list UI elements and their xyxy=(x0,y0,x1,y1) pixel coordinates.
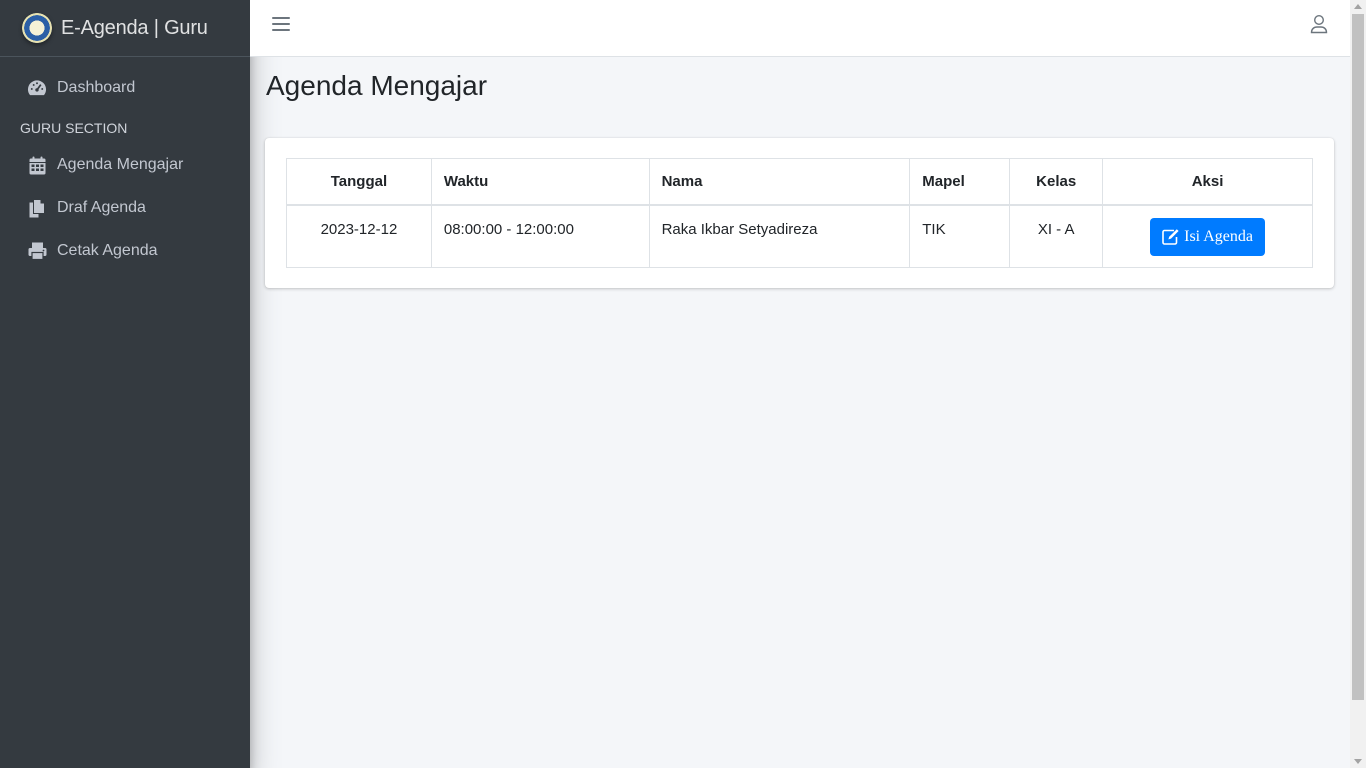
isi-agenda-label: Isi Agenda xyxy=(1184,227,1253,245)
brand-link[interactable]: E-Agenda | Guru xyxy=(0,0,250,57)
scroll-up-icon[interactable] xyxy=(1354,4,1362,9)
cell-tanggal: 2023-12-12 xyxy=(286,204,432,268)
column-header-tanggal[interactable]: Tanggal xyxy=(286,158,432,206)
sidebar-item-label: Dashboard xyxy=(57,79,136,96)
cell-aksi: Isi Agenda xyxy=(1102,204,1313,268)
column-header-aksi: Aksi xyxy=(1102,158,1313,206)
print-icon xyxy=(27,241,47,261)
page-title: Agenda Mengajar xyxy=(266,70,488,101)
table-header-row: Tanggal Waktu Nama Mapel Kelas Aksi xyxy=(286,158,1313,206)
sidebar-item-cetak-agenda[interactable]: Cetak Agenda xyxy=(8,232,242,270)
sidebar-item-label: Agenda Mengajar xyxy=(57,156,184,173)
agenda-table: Tanggal Waktu Nama Mapel Kelas Aksi 2023… xyxy=(286,158,1313,268)
sidebar-item-dashboard[interactable]: Dashboard xyxy=(8,69,242,107)
page-scrollbar[interactable] xyxy=(1350,0,1366,768)
cell-kelas: XI - A xyxy=(1009,204,1104,268)
copy-icon xyxy=(27,198,47,218)
sidebar-item-draf-agenda[interactable]: Draf Agenda xyxy=(8,189,242,227)
calendar-icon xyxy=(27,155,47,175)
agenda-card: Tanggal Waktu Nama Mapel Kelas Aksi 2023… xyxy=(265,138,1334,288)
cell-mapel: TIK xyxy=(909,204,1011,268)
sidebar-section-header: GURU SECTION xyxy=(20,120,128,136)
top-navbar xyxy=(250,0,1350,57)
edit-icon xyxy=(1162,229,1179,245)
cell-nama: Raka Ikbar Setyadireza xyxy=(648,204,911,268)
sidebar-nav: Dashboard GURU SECTION Agenda Mengajar D… xyxy=(0,57,250,270)
user-icon[interactable] xyxy=(1310,14,1328,34)
isi-agenda-button[interactable]: Isi Agenda xyxy=(1150,217,1265,256)
cell-waktu: 08:00:00 - 12:00:00 xyxy=(430,204,650,268)
column-header-waktu[interactable]: Waktu xyxy=(430,158,650,206)
scrollbar-thumb[interactable] xyxy=(1352,14,1364,700)
school-logo-icon xyxy=(22,13,52,43)
menu-toggle-icon[interactable] xyxy=(272,15,290,33)
tachometer-icon xyxy=(27,78,47,98)
column-header-kelas[interactable]: Kelas xyxy=(1009,158,1104,206)
column-header-mapel[interactable]: Mapel xyxy=(909,158,1011,206)
sidebar: E-Agenda | Guru Dashboard GURU SECTION A… xyxy=(0,0,250,768)
sidebar-item-label: Draf Agenda xyxy=(57,199,146,216)
column-header-nama[interactable]: Nama xyxy=(648,158,911,206)
brand-title: E-Agenda | Guru xyxy=(61,16,208,39)
sidebar-item-label: Cetak Agenda xyxy=(57,242,158,259)
scroll-down-icon[interactable] xyxy=(1354,759,1362,764)
sidebar-item-agenda-mengajar[interactable]: Agenda Mengajar xyxy=(8,146,242,184)
table-row: 2023-12-12 08:00:00 - 12:00:00 Raka Ikba… xyxy=(286,204,1313,268)
